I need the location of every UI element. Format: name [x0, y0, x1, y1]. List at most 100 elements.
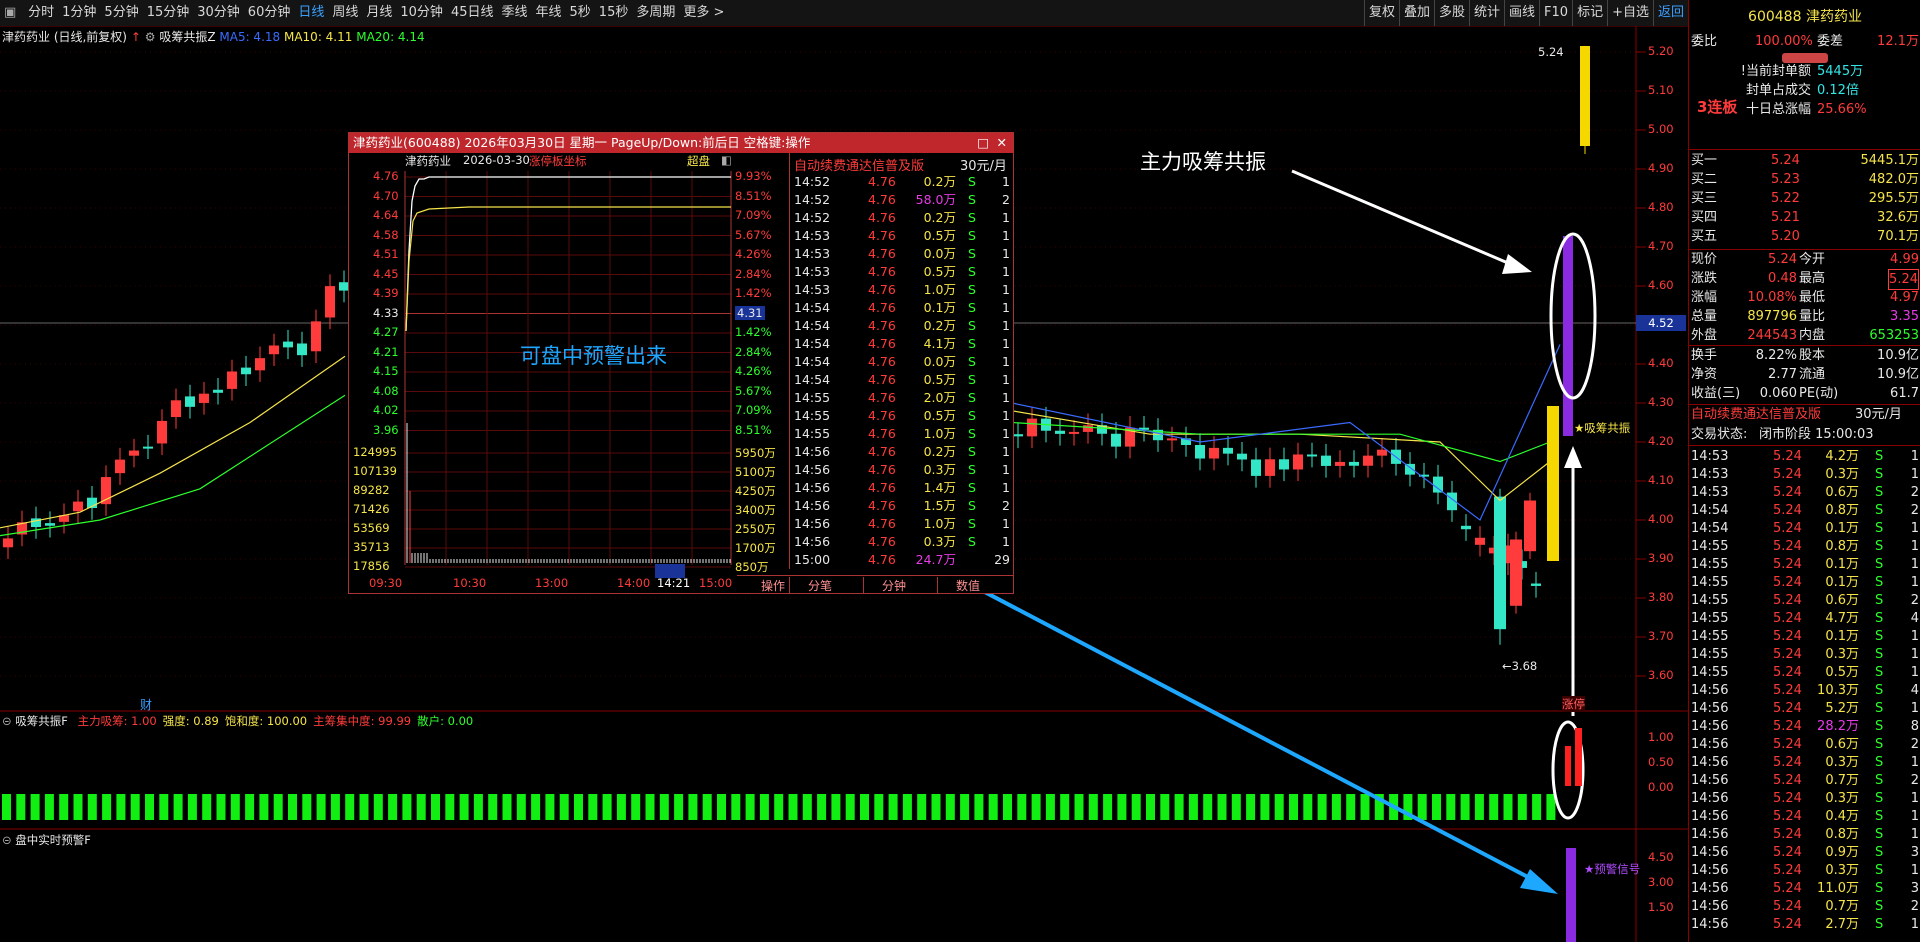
tick-price: 4.76 [868, 426, 896, 441]
popup-settings-icon[interactable]: ◧ [721, 153, 732, 167]
tick-count: 2 [1910, 503, 1919, 518]
toolbar-button[interactable]: 叠加 [1398, 0, 1434, 26]
popup-ad-header: 自动续费通达信普及版 30元/月 [789, 153, 1014, 174]
period-tab[interactable]: 5秒 [566, 0, 595, 26]
quote-tick-row: 14:54 5.24 0.8万 S 2 [1689, 501, 1920, 520]
tick-price: 5.24 [1773, 485, 1802, 500]
collapse-icon[interactable]: ⊝ [2, 833, 12, 847]
menu-icon[interactable]: ▣ [0, 0, 20, 26]
tick-price: 5.24 [1773, 863, 1802, 878]
popup-tab[interactable]: 分钟 [863, 577, 924, 594]
tick-side: S [968, 210, 976, 225]
popup-tab-bar: 操作 分笔 分钟 数值 [737, 575, 1013, 594]
tick-price: 4.76 [868, 282, 896, 297]
collapse-icon[interactable]: ⊝ [2, 714, 12, 728]
quote-tick-row: 14:56 5.24 0.7万 S 2 [1689, 771, 1920, 790]
tick-volume: 5.2万 [1825, 701, 1859, 716]
period-tab[interactable]: 多周期 [632, 0, 679, 26]
close-icon[interactable]: ✕ [997, 133, 1007, 153]
price-tick: 4.10 [1648, 473, 1674, 487]
tick-side: S [1875, 503, 1884, 518]
indicator2-name[interactable]: 盘中实时预警F [15, 833, 91, 847]
popup-pct-tick: 7.09% [735, 403, 772, 417]
tick-time: 14:55 [1691, 593, 1729, 608]
tick-volume: 0.5万 [923, 264, 956, 279]
toolbar-button[interactable]: 返回 [1652, 0, 1688, 26]
period-tab[interactable]: 年线 [532, 0, 566, 26]
period-tab[interactable]: 45日线 [447, 0, 498, 26]
popup-minute-chart[interactable] [349, 171, 789, 593]
price-tick: 3.70 [1648, 629, 1674, 643]
period-tab[interactable]: 周线 [328, 0, 362, 26]
tick-side: S [968, 498, 976, 513]
bid-label: 买四 [1691, 210, 1718, 225]
period-tab[interactable]: 30分钟 [193, 0, 244, 26]
toolbar-button[interactable]: 多股 [1433, 0, 1469, 26]
tick-count: 1 [1002, 336, 1010, 351]
price-tick: 4.90 [1648, 161, 1674, 175]
indicator1-value: 主筹集中度: 99.99 [313, 714, 412, 728]
tick-volume: 0.1万 [1825, 557, 1859, 572]
toolbar-button[interactable]: F10 [1539, 0, 1572, 26]
tick-price: 4.76 [868, 264, 896, 279]
bid-price: 5.23 [1771, 172, 1800, 187]
tick-side: S [1875, 755, 1884, 770]
popup-tick-row: 14:52 4.76 58.0万 S 2 [789, 191, 1014, 209]
tick-price: 4.76 [868, 480, 896, 495]
tick-count: 2 [1910, 773, 1919, 788]
period-tab[interactable]: 10分钟 [396, 0, 447, 26]
intraday-popup[interactable]: 津药药业(600488) 2026年03月30日 星期一 PageUp/Down… [348, 132, 1014, 594]
warning-annotation: 可盘中预警出来 [520, 344, 667, 368]
period-tab[interactable]: 1分钟 [58, 0, 100, 26]
popup-tab[interactable]: 分笔 [789, 577, 850, 594]
finance-marker[interactable]: 财 [140, 696, 152, 713]
tick-time: 14:55 [1691, 557, 1729, 572]
maximize-icon[interactable]: □ [977, 133, 989, 153]
toolbar-button[interactable]: 统计 [1469, 0, 1504, 26]
popup-tick-row: 14:54 4.76 0.1万 S 1 [789, 299, 1014, 317]
tick-side: S [1875, 683, 1884, 698]
popup-price-tick: 4.33 [373, 305, 399, 320]
popup-mode[interactable]: 超盘 [687, 153, 710, 169]
tick-time: 14:54 [794, 372, 831, 387]
tick-volume: 0.3万 [1825, 467, 1859, 482]
tick-count: 1 [1002, 480, 1010, 495]
toolbar-button[interactable]: +自选 [1607, 0, 1653, 26]
period-tab[interactable]: 15分钟 [143, 0, 194, 26]
tick-volume: 0.2万 [923, 210, 956, 225]
popup-pct-tick: 4.26% [735, 247, 772, 261]
bid-label: 买五 [1691, 229, 1718, 244]
popup-pct-tick: 8.51% [735, 422, 772, 437]
price-tick: 3.80 [1648, 590, 1674, 604]
quote-tick-row: 14:55 5.24 0.5万 S 1 [1689, 663, 1920, 682]
popup-price-axis: 4.76 4.70 4.64 4.58 4.51 4.45 4.39 4.33 4.27 4.21… [349, 169, 403, 591]
tick-time: 14:56 [1691, 827, 1729, 842]
tick-volume: 4.2万 [1825, 449, 1859, 464]
quote-tick-row: 14:55 5.24 0.1万 S 1 [1689, 573, 1920, 592]
period-tab[interactable]: 60分钟 [244, 0, 295, 26]
bid-row: 买四 5.21 32.6万 [1689, 208, 1920, 227]
quote-tick-row: 14:56 5.24 0.8万 S 1 [1689, 825, 1920, 844]
popup-tab[interactable]: 数值 [937, 577, 998, 594]
period-tab[interactable]: 月线 [362, 0, 396, 26]
period-tab[interactable]: 季线 [497, 0, 531, 26]
period-tab[interactable]: 更多 > [679, 0, 728, 26]
tick-price: 5.24 [1773, 539, 1802, 554]
popup-ad-price: 30元/月 [960, 159, 1007, 174]
period-tab[interactable]: 15秒 [595, 0, 633, 26]
tick-price: 5.24 [1773, 647, 1802, 662]
popup-stock-name: 津药药业 [405, 154, 451, 168]
period-tab[interactable]: 日线 [294, 0, 328, 26]
quote-ad-row[interactable]: 自动续费通达信普及版 30元/月 [1689, 405, 1920, 424]
period-tab[interactable]: 分时 [24, 0, 58, 26]
toolbar-button[interactable]: 画线 [1504, 0, 1539, 26]
toolbar-button[interactable]: 复权 [1363, 0, 1399, 26]
tick-count: 1 [1910, 791, 1919, 806]
indicator1-name[interactable]: 吸筹共振F [15, 714, 68, 728]
popup-coord-tag[interactable]: 涨停板坐标 [529, 153, 587, 169]
stat-value: 10.08% [1747, 290, 1797, 305]
tick-time: 14:55 [794, 426, 831, 441]
tick-count: 4 [1910, 683, 1919, 698]
period-tab[interactable]: 5分钟 [100, 0, 142, 26]
toolbar-button[interactable]: 标记 [1572, 0, 1607, 26]
